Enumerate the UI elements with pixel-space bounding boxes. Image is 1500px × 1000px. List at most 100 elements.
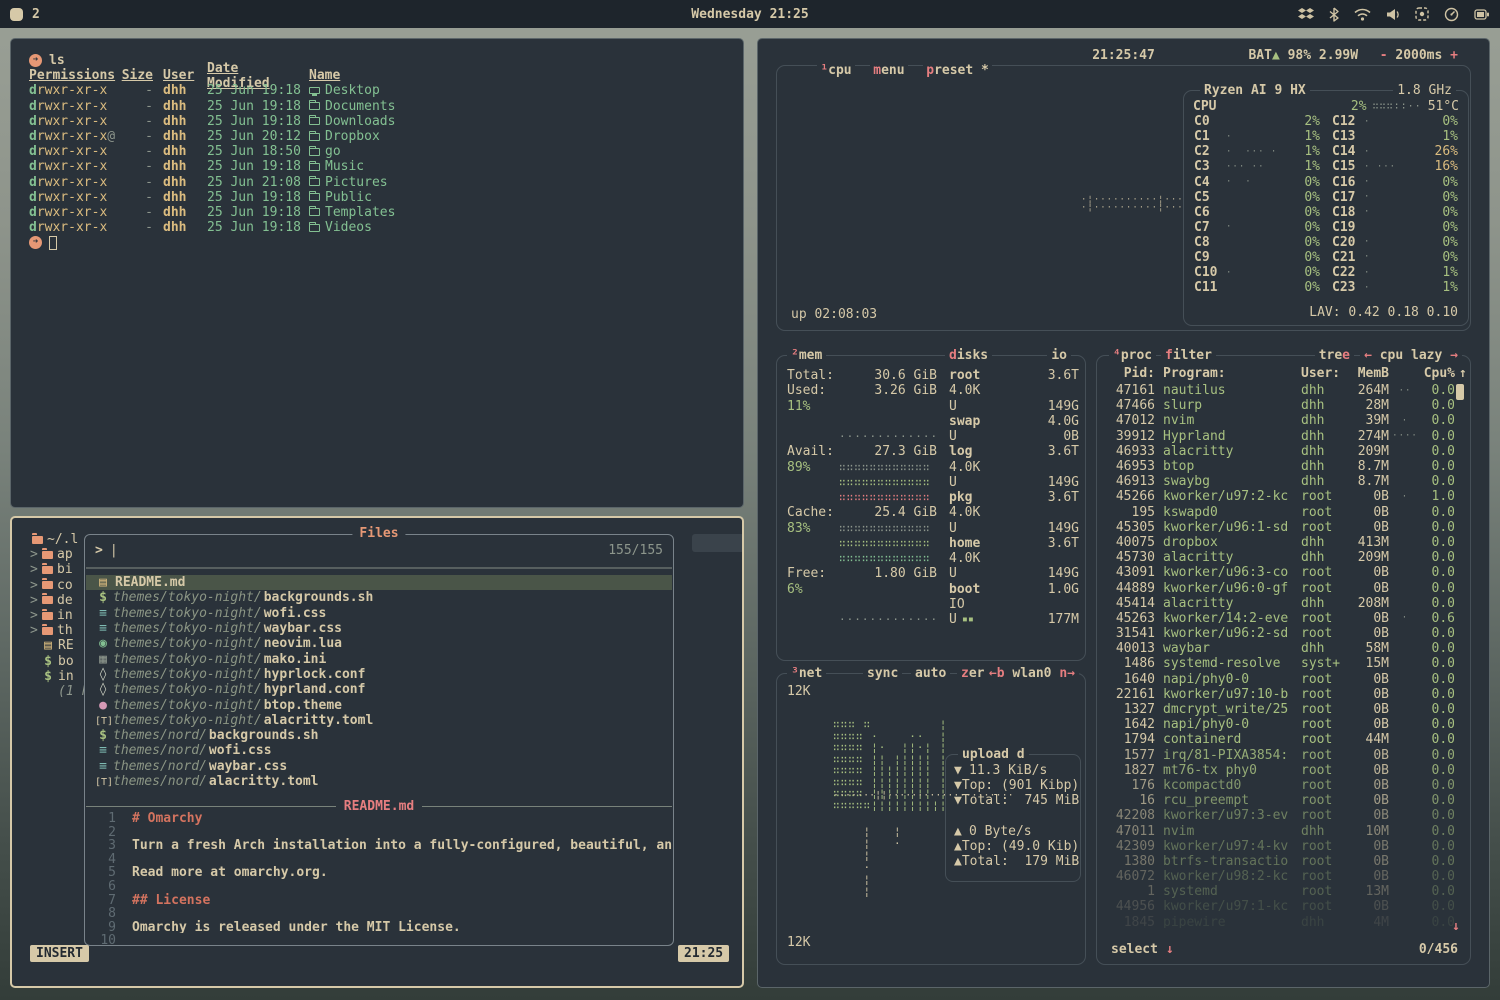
picker-result-item[interactable]: themes/tokyo-night/ btop.theme [86,697,672,712]
picker-result-item[interactable]: themes/tokyo-night/ hyprlock.conf [86,667,672,682]
process-row[interactable]: 1642 napi/phy0-0 root 0B 0.0 [1103,717,1454,732]
proc-tree-button[interactable]: tree [1315,348,1354,363]
battery-icon[interactable] [1474,8,1490,21]
sort-arrow-icon[interactable]: ↑ [1459,366,1467,381]
net-title[interactable]: ³net [787,666,826,681]
col-memb[interactable]: MemB [1347,366,1389,381]
process-row[interactable]: 1327 dmcrypt_write/25 root 0B 0.0 [1103,702,1454,717]
process-row[interactable]: 195 kswapd0 root 0B 0.0 [1103,505,1454,520]
col-pid[interactable]: Pid: [1103,366,1155,381]
scroll-down-icon[interactable]: ↓ [1452,919,1460,934]
process-row[interactable]: 45263 kworker/14:2-eve root 0B · 0.6 [1103,611,1454,626]
proc-user: root [1301,808,1347,823]
process-row[interactable]: 1380 btrfs-transactio root 0B 0.0 [1103,854,1454,869]
chevron-right-icon[interactable]: > [30,578,38,593]
process-row[interactable]: 47161 nautilus dhh 264M ·· 0.0 [1103,383,1454,398]
picker-result-item[interactable]: themes/tokyo-night/ backgrounds.sh [86,590,672,605]
picker-result-item[interactable]: themes/nord/ waybar.css [86,759,672,774]
proc-filter-button[interactable]: filter [1161,348,1216,363]
select-label[interactable]: select [1111,942,1158,957]
process-row[interactable]: 47011 nvim dhh 10M 0.0 [1103,823,1454,838]
proc-program: dmcrypt_write/25 [1163,702,1301,717]
picker-result-item[interactable]: themes/tokyo-night/ neovim.lua [86,636,672,651]
process-row[interactable]: 44889 kworker/u96:0-gf root 0B 0.0 [1103,580,1454,595]
io-title[interactable]: io [1047,348,1071,363]
neovim-window[interactable]: ~/.l > ap > bi > co > de [10,516,744,988]
process-row[interactable]: 46933 alacritty dhh 209M 0.0 [1103,444,1454,459]
disks-title[interactable]: disks [945,348,992,363]
col-cpu[interactable]: Cpu% [1421,366,1455,381]
col-program[interactable]: Program: [1163,366,1301,381]
menu-button[interactable]: menu [870,63,907,78]
chevron-right-icon[interactable]: > [30,623,38,638]
process-row[interactable]: 1486 systemd-resolve syst+ 15M 0.0 [1103,656,1454,671]
process-row[interactable]: 44956 kworker/u97:1-kc root 0B 0.0 [1103,899,1454,914]
proc-mem: 0B [1347,748,1389,763]
select-arrow-icon[interactable]: ↓ [1166,942,1174,957]
process-row[interactable]: 1640 napi/phy0-0 root 0B 0.0 [1103,672,1454,687]
process-row[interactable]: 45414 alacritty dhh 208M 0.0 [1103,596,1454,611]
gauge-icon[interactable] [1444,7,1459,22]
proc-sort-switcher[interactable]: ← cpu lazy → [1360,348,1462,363]
process-row[interactable]: 1794 containerd root 44M 0.0 [1103,732,1454,747]
process-row[interactable]: 22161 kworker/u97:10-b root 0B 0.0 [1103,687,1454,702]
proc-title[interactable]: ⁴proc [1109,348,1156,363]
process-row[interactable]: 46953 btop dhh 8.7M 0.0 [1103,459,1454,474]
tab-cpu[interactable]: ¹cpu [817,63,854,78]
wifi-icon[interactable] [1354,8,1371,21]
chevron-right-icon[interactable]: > [30,547,38,562]
terminal-window-ls[interactable]: ➜ ls Permissions Size User Date Modified… [10,38,744,508]
process-row[interactable]: 176 kcompactd0 root 0B 0.0 [1103,778,1454,793]
col-user[interactable]: User: [1301,366,1347,381]
picker-result-item[interactable]: themes/tokyo-night/ waybar.css [86,621,672,636]
process-row[interactable]: 47012 nvim dhh 39M · 0.0 [1103,413,1454,428]
package-icon[interactable] [1298,7,1314,21]
proc-scrollbar-thumb[interactable] [1456,384,1464,400]
mem-title[interactable]: ²mem [787,348,826,363]
core-pct: 26% [1420,144,1458,159]
process-row[interactable]: 46913 swaybg dhh 8.7M 0.0 [1103,474,1454,489]
net-sync-option[interactable]: sync [863,666,902,681]
process-row[interactable]: 31541 kworker/u96:2-sd root 0B 0.0 [1103,626,1454,641]
picker-prompt[interactable]: > | 155/155 [95,543,663,558]
process-row[interactable]: 45266 kworker/u97:2-kc root 0B · 1.0 [1103,489,1454,504]
picker-result-item[interactable]: themes/nord/ alacritty.toml [86,774,672,789]
process-row[interactable]: 42208 kworker/u97:3-ev root 0B 0.0 [1103,808,1454,823]
process-row[interactable]: 39912 Hyprland dhh 274M ···· 0.0 [1103,429,1454,444]
process-row[interactable]: 1 systemd root 13M 0.0 [1103,884,1454,899]
shell-prompt-line-2[interactable]: ➜ [29,235,743,250]
picker-result-item[interactable]: themes/tokyo-night/ alacritty.toml [86,713,672,728]
process-row[interactable]: 45305 kworker/u96:1-sd root 0B 0.0 [1103,520,1454,535]
process-row[interactable]: 40013 waybar dhh 58M 0.0 [1103,641,1454,656]
chevron-right-icon[interactable]: > [30,562,38,577]
process-row[interactable]: 1845 pipewire dhh 4M 0.0 [1103,915,1454,928]
picker-result-item[interactable]: README.md [86,575,672,590]
process-row[interactable]: 43091 kworker/u96:3-co root 0B 0.0 [1103,565,1454,580]
process-row[interactable]: 45730 alacritty dhh 209M 0.0 [1103,550,1454,565]
bluetooth-icon[interactable] [1329,7,1339,22]
process-row[interactable]: 16 rcu_preempt root 0B 0.0 [1103,793,1454,808]
screencast-icon[interactable] [1415,7,1429,21]
preset-button[interactable]: preset * [923,63,992,78]
chevron-right-icon[interactable]: > [30,608,38,623]
process-row[interactable]: 1577 irq/81-PIXA3854: root 0B 0.0 [1103,748,1454,763]
picker-result-item[interactable]: themes/tokyo-night/ mako.ini [86,651,672,666]
process-row[interactable]: 46072 kworker/u98:2-kc root 0B 0.0 [1103,869,1454,884]
picker-result-item[interactable]: themes/tokyo-night/ hyprland.conf [86,682,672,697]
process-row[interactable]: 42309 kworker/u97:4-kv root 0B 0.0 [1103,839,1454,854]
btop-window[interactable]: ¹cpu menu preset * 21:25:47 BAT▲ 98% 2.9… [757,38,1490,988]
picker-result-item[interactable]: themes/tokyo-night/ wofi.css [86,606,672,621]
volume-icon[interactable] [1386,8,1400,21]
picker-result-item[interactable]: themes/nord/ backgrounds.sh [86,728,672,743]
files-picker[interactable]: Files > | 155/155 README.md themes/tokyo… [84,534,674,946]
picker-result-item[interactable]: themes/nord/ wofi.css [86,743,672,758]
process-row[interactable]: 40075 dropbox dhh 413M 0.0 [1103,535,1454,550]
net-auto-option[interactable]: auto [911,666,950,681]
chevron-right-icon[interactable]: > [30,593,38,608]
net-interface-switcher[interactable]: ←b wlan0 n→ [985,666,1079,681]
proc-user: root [1301,748,1347,763]
process-row[interactable]: 47466 slurp dhh 28M 0.0 [1103,398,1454,413]
process-row[interactable]: 1827 mt76-tx phy0 root 0B 0.0 [1103,763,1454,778]
refresh-interval[interactable]: - 2000ms + [1377,48,1461,63]
proc-mem: 0B [1347,808,1389,823]
